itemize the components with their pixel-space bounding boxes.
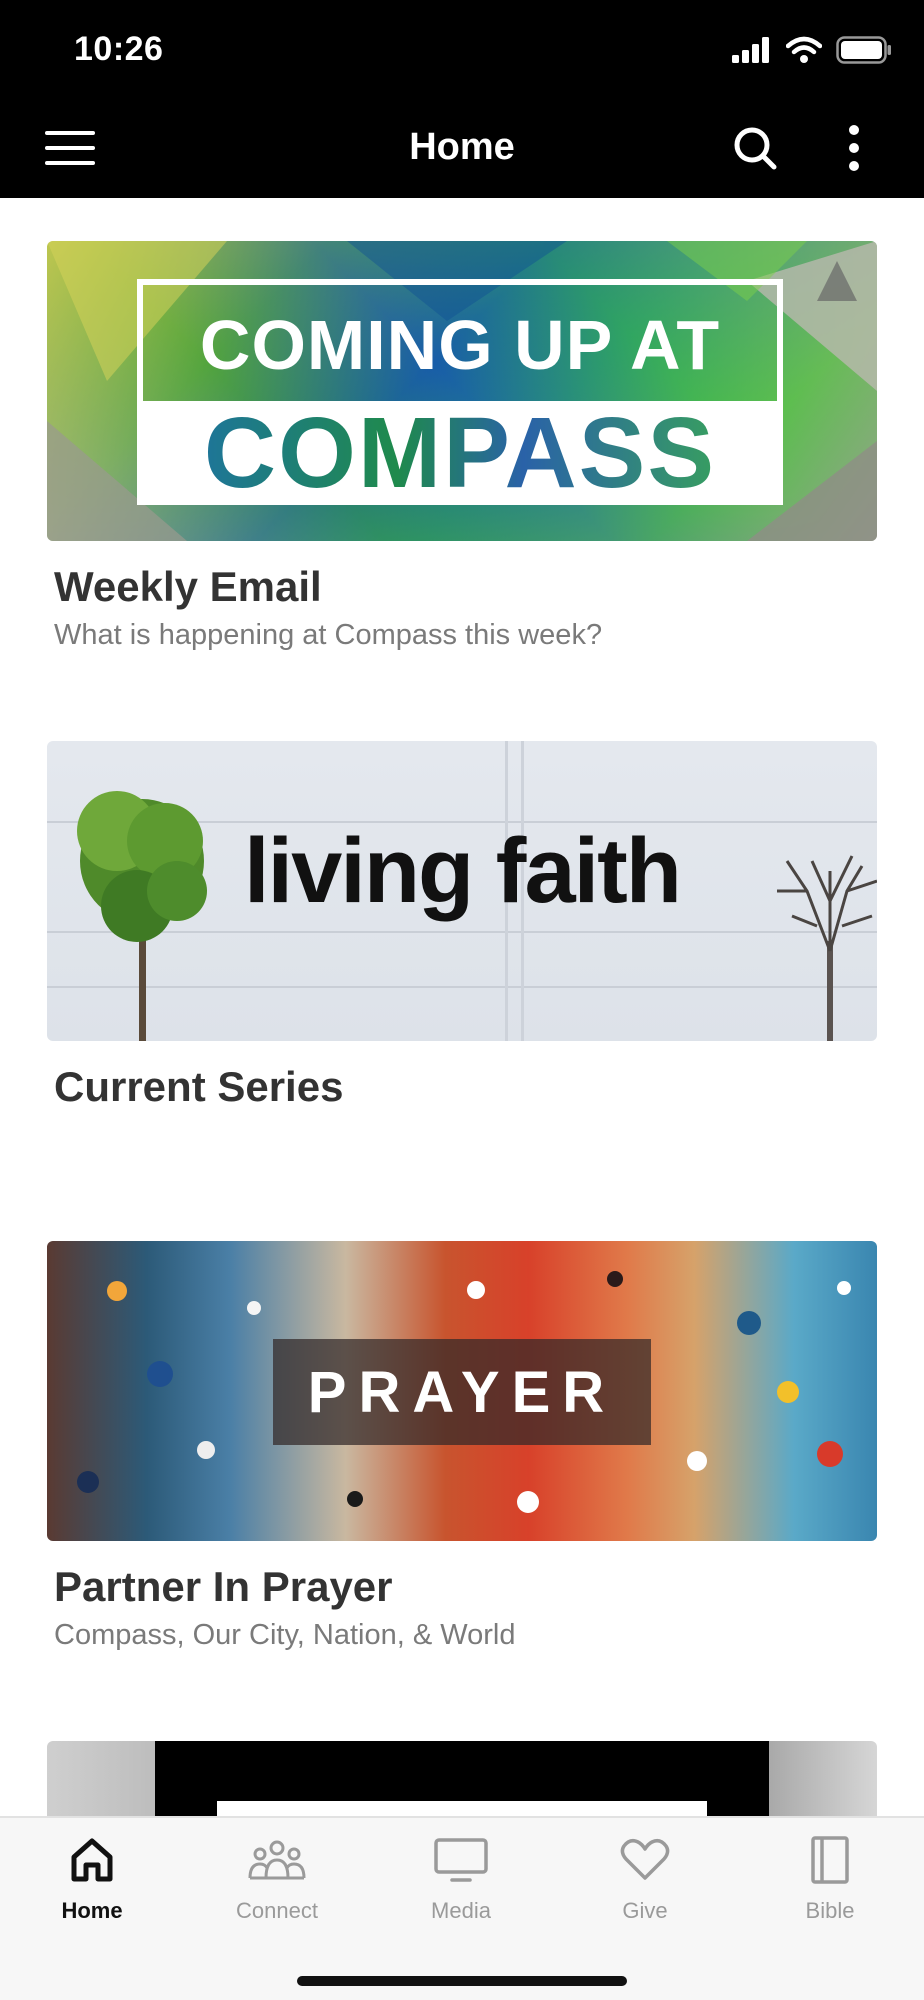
content-feed: COMING UP AT COMPASS Weekly Email What i… xyxy=(0,198,924,1816)
home-indicator xyxy=(297,1976,627,1986)
signal-icon xyxy=(732,37,772,68)
page-title: Home xyxy=(409,126,515,168)
banner-frame: COMING UP AT COMPASS xyxy=(137,279,783,505)
partial-banner-image xyxy=(47,1741,877,1816)
banner-heading: living faith xyxy=(244,820,682,922)
tab-bar: Home Connect Media Give Bible xyxy=(0,1816,924,2000)
card-title: Current Series xyxy=(54,1063,344,1110)
tab-label: Connect xyxy=(236,1898,318,1923)
tab-give[interactable]: Give xyxy=(570,1832,720,1942)
tab-home[interactable]: Home xyxy=(17,1832,167,1942)
heart-icon xyxy=(615,1832,675,1888)
banner-brand-text: COMPASS xyxy=(143,403,777,503)
tab-label: Media xyxy=(431,1898,491,1923)
card-subtitle: Compass, Our City, Nation, & World xyxy=(54,1619,516,1651)
tab-label: Home xyxy=(61,1898,123,1923)
tab-label: Give xyxy=(622,1898,668,1923)
tab-connect[interactable]: Connect xyxy=(202,1832,352,1942)
tab-label: Bible xyxy=(805,1898,855,1923)
more-options-button[interactable] xyxy=(824,120,884,180)
tab-media[interactable]: Media xyxy=(386,1832,536,1942)
prayer-banner-image: PRAYER xyxy=(47,1241,877,1541)
wifi-icon xyxy=(785,36,823,69)
card-subtitle: What is happening at Compass this week? xyxy=(54,619,603,651)
nav-bar: Home xyxy=(0,100,924,198)
book-icon xyxy=(800,1832,860,1888)
card-partner-in-prayer[interactable]: PRAYER Partner In Prayer Compass, Our Ci… xyxy=(47,1241,877,1653)
card-partial[interactable] xyxy=(47,1741,877,1816)
search-icon xyxy=(733,126,777,175)
prayer-label-box: PRAYER xyxy=(273,1339,651,1445)
tv-icon xyxy=(431,1832,491,1888)
status-bar: 10:26 xyxy=(0,0,924,100)
more-vertical-icon xyxy=(848,124,860,176)
people-icon xyxy=(247,1832,307,1888)
banner-heading: PRAYER xyxy=(307,1360,617,1425)
status-icons xyxy=(732,36,892,69)
card-weekly-email[interactable]: COMING UP AT COMPASS Weekly Email What i… xyxy=(47,241,877,653)
tab-bible[interactable]: Bible xyxy=(755,1832,905,1942)
home-icon xyxy=(62,1832,122,1888)
status-time: 10:26 xyxy=(74,30,164,68)
card-title: Weekly Email xyxy=(54,563,322,610)
banner-heading: COMING UP AT xyxy=(199,306,721,384)
search-button[interactable] xyxy=(725,120,785,180)
card-current-series[interactable]: living faith Current Series xyxy=(47,741,877,1111)
card-title: Partner In Prayer xyxy=(54,1563,393,1610)
living-faith-banner-image: living faith xyxy=(47,741,877,1041)
coming-up-banner-image: COMING UP AT COMPASS xyxy=(47,241,877,541)
battery-icon xyxy=(836,36,892,69)
